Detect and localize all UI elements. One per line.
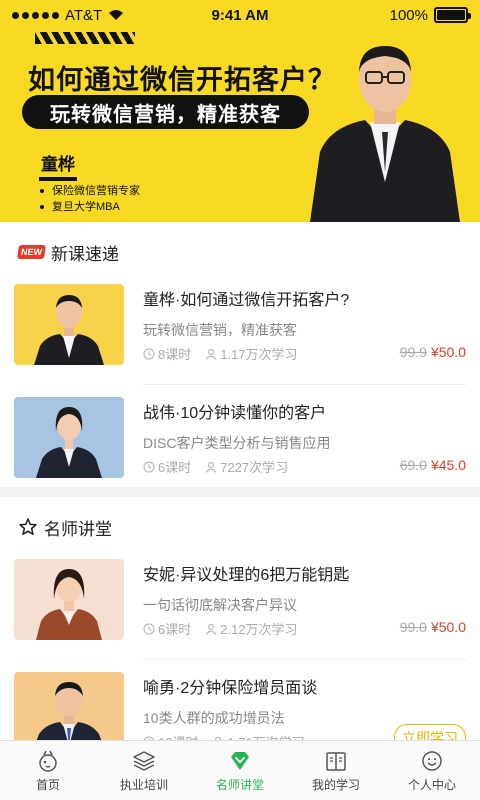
lesson-count: 8课时 <box>158 347 192 362</box>
section-header: 名师讲堂 <box>0 497 480 557</box>
sale-price: ¥50.0 <box>430 344 466 360</box>
learner-count: 1.17万次学习 <box>220 347 298 362</box>
course-thumbnail <box>14 284 124 365</box>
home-icon <box>39 750 57 772</box>
tab-label: 个人中心 <box>407 777 456 792</box>
signal-icon <box>12 11 59 19</box>
clock-icon <box>143 622 155 635</box>
battery-percent: 100% <box>389 6 428 24</box>
tab-home[interactable]: 首页 <box>0 741 96 800</box>
person-icon <box>205 623 217 635</box>
decorative-stripes <box>35 32 135 44</box>
tab-label: 我的学习 <box>311 777 360 792</box>
section-header: NEW 新课速递 <box>0 222 480 282</box>
famous-teachers-section: 名师讲堂 安妮·异议处理的6把万能钥匙 一句话彻底解决客户异议 6课时 2.12… <box>0 497 480 740</box>
tab-label: 首页 <box>35 777 60 792</box>
banner-credentials: 保险微信营销专家 复旦大学MBA <box>40 183 140 215</box>
course-card[interactable]: 童桦·如何通过微信开拓客户? 玩转微信营销，精准获客 8课时 1.17万次学习 … <box>0 282 480 384</box>
tab-training[interactable]: 执业培训 <box>96 741 192 800</box>
status-bar: AT&T 9:41 AM 100% <box>0 0 480 30</box>
new-badge: NEW <box>17 245 46 259</box>
course-title: 战伟·10分钟读懂你的客户 <box>143 405 327 422</box>
course-subtitle: 一句话彻底解决客户异议 <box>143 597 297 613</box>
banner-headline: 如何通过微信开拓客户？ <box>28 65 336 95</box>
course-subtitle: DISC客户类型分析与销售应用 <box>143 435 331 451</box>
learner-count: 1.71万次学习 <box>227 732 304 740</box>
sale-price: ¥50.0 <box>430 619 466 635</box>
course-thumbnail <box>14 672 124 740</box>
course-card[interactable]: 战伟·10分钟读懂你的客户 DISC客户类型分析与销售应用 6课时 7227次学… <box>0 395 480 497</box>
layers-icon <box>133 750 155 771</box>
tab-famous-teachers[interactable]: 名师讲堂 <box>192 741 288 800</box>
start-learning-button[interactable]: 立即学习 <box>394 724 466 740</box>
diamond-icon <box>231 751 249 770</box>
course-thumbnail <box>14 397 124 478</box>
original-price: 99.0 <box>399 619 427 635</box>
divider <box>143 659 466 660</box>
divider <box>143 384 466 385</box>
learner-count: 7227次学习 <box>220 460 289 475</box>
person-icon <box>205 461 217 473</box>
teacher-portrait <box>310 46 460 222</box>
course-subtitle: 玩转微信营销，精准获客 <box>143 322 297 338</box>
course-card[interactable]: 喻勇·2分钟保险增员面谈 10类人群的成功增员法 12课时 1.71万次学习 立… <box>0 670 480 740</box>
tab-my-learning[interactable]: 我的学习 <box>288 741 384 800</box>
sale-price: ¥45.0 <box>430 457 466 473</box>
new-courses-section: NEW 新课速递 童桦·如何通过微信开拓客户? 玩转微信营销，精准获客 8课时 … <box>0 222 480 487</box>
course-title: 喻勇·2分钟保险增员面谈 <box>143 680 318 697</box>
app-screen: 如何通过微信开拓客户？ 玩转微信营销，精准获客 童桦 保险微信营销专家 复旦大学… <box>0 0 480 800</box>
wifi-icon <box>109 10 124 20</box>
tab-label: 执业培训 <box>119 777 168 792</box>
tab-label: 名师讲堂 <box>215 777 264 792</box>
lesson-count: 12课时 <box>158 732 198 740</box>
credential-item: 复旦大学MBA <box>40 199 140 215</box>
course-title: 安妮·异议处理的6把万能钥匙 <box>143 567 350 584</box>
course-thumbnail <box>14 559 124 640</box>
learner-count: 2.12万次学习 <box>220 622 298 637</box>
course-title: 童桦·如何通过微信开拓客户? <box>143 292 350 309</box>
section-title: 名师讲堂 <box>44 519 112 539</box>
bottom-tab-bar: 首页 执业培训 名师讲堂 我的学习 个人中心 <box>0 740 480 800</box>
book-icon <box>326 751 346 771</box>
star-icon <box>19 518 37 535</box>
original-price: 69.0 <box>399 457 427 473</box>
lesson-count: 6课时 <box>158 622 192 637</box>
section-title: 新课速递 <box>51 244 119 264</box>
banner-teacher-name: 童桦 <box>39 150 77 181</box>
banner-tagline: 玩转微信营销，精准获客 <box>22 95 309 129</box>
person-icon <box>205 348 217 360</box>
credential-item: 保险微信营销专家 <box>40 183 140 199</box>
carrier-label: AT&T <box>65 6 103 24</box>
hero-banner[interactable]: 如何通过微信开拓客户？ 玩转微信营销，精准获客 童桦 保险微信营销专家 复旦大学… <box>0 0 480 222</box>
tab-profile[interactable]: 个人中心 <box>384 741 480 800</box>
original-price: 99.9 <box>399 344 427 360</box>
clock-icon <box>143 347 155 360</box>
clock-icon <box>143 460 155 473</box>
smile-user-icon <box>422 750 442 771</box>
course-card[interactable]: 安妮·异议处理的6把万能钥匙 一句话彻底解决客户异议 6课时 2.12万次学习 … <box>0 557 480 659</box>
lesson-count: 6课时 <box>158 460 192 475</box>
battery-icon <box>434 7 471 23</box>
